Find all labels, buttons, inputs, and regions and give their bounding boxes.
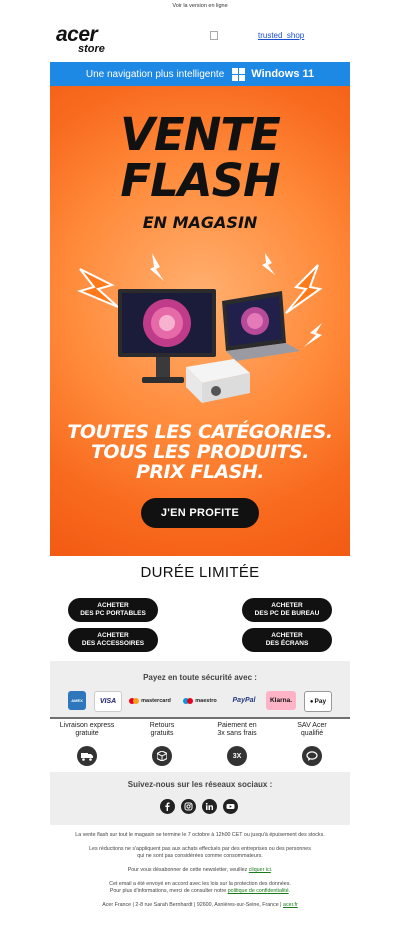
3x-icon: 3X bbox=[227, 746, 247, 766]
product-devices-image bbox=[76, 253, 323, 403]
payment-title: Payez en toute sécurité avec : bbox=[143, 673, 257, 682]
feature-line2: gratuite bbox=[75, 730, 99, 737]
feature-line1: Paiement en bbox=[217, 722, 257, 729]
social-title: Suivez-nous sur les réseaux sociaux : bbox=[127, 780, 273, 789]
feature-free-returns: Retours gratuits bbox=[127, 722, 197, 738]
footer-privacy-b: Pour plus d'informations, merci de consu… bbox=[109, 888, 227, 894]
footer-address-text: Acer France | 2-8 rue Sarah Bernhardt | … bbox=[102, 902, 282, 908]
lightning-icon bbox=[76, 268, 119, 308]
footer-notice-2a: Les réductions ne s'appliquent pas aux a… bbox=[89, 846, 311, 852]
mastercard-label: mastercard bbox=[141, 697, 171, 704]
payment-cards: AMEX VISA mastercard maestro PayPal Klar… bbox=[66, 691, 336, 712]
shop-desktops-button[interactable]: ACHETER DES PC DE BUREAU bbox=[242, 598, 332, 622]
button-line2: DES PC PORTABLES bbox=[80, 610, 146, 617]
feature-3x-payment: Paiement en 3x sans frais bbox=[202, 722, 272, 738]
social-section: Suivez-nous sur les réseaux sociaux : bbox=[50, 772, 350, 825]
hero-tagline-line1: TOUTES LES CATÉGORIES. bbox=[67, 421, 333, 443]
button-line2: DES PC DE BUREAU bbox=[254, 610, 320, 617]
feature-line2: qualifié bbox=[300, 730, 324, 737]
maestro-label: maestro bbox=[195, 697, 217, 704]
feature-line1: SAV Acer bbox=[297, 722, 327, 729]
button-line1: ACHETER bbox=[271, 602, 303, 609]
apple-pay-icon: ● Pay bbox=[304, 691, 332, 712]
paypal-icon: PayPal bbox=[232, 697, 256, 704]
windows-banner[interactable]: Une navigation plus intelligente Windows… bbox=[50, 62, 350, 86]
acer-store-logo[interactable]: acer store bbox=[56, 24, 126, 58]
youtube-icon[interactable] bbox=[223, 799, 238, 814]
windows-banner-brand: Windows 11 bbox=[251, 68, 315, 80]
chat-icon bbox=[302, 746, 322, 766]
apple-pay-label: Pay bbox=[314, 698, 327, 705]
shop-accessories-button[interactable]: ACHETER DES ACCESSOIRES bbox=[68, 628, 158, 652]
broken-image-icon bbox=[210, 31, 218, 41]
divider bbox=[50, 717, 350, 719]
view-online-link[interactable]: Voir la version en ligne bbox=[0, 3, 400, 9]
feature-line1: Retours bbox=[149, 722, 175, 729]
shop-monitors-button[interactable]: ACHETER DES ÉCRANS bbox=[242, 628, 332, 652]
feature-express-delivery: Livraison express gratuite bbox=[52, 722, 122, 738]
lightning-icon bbox=[262, 253, 275, 275]
button-line2: DES ÉCRANS bbox=[265, 640, 309, 647]
limited-duration-heading: DURÉE LIMITÉE bbox=[140, 564, 260, 581]
truck-icon bbox=[77, 746, 97, 766]
lightning-icon bbox=[285, 264, 323, 314]
facebook-icon[interactable] bbox=[160, 799, 175, 814]
windows-banner-text: Une navigation plus intelligente bbox=[85, 68, 225, 80]
cta-button[interactable]: J'EN PROFITE bbox=[141, 498, 259, 528]
mastercard-icon: mastercard bbox=[126, 691, 174, 710]
footer-unsubscribe: Pour vous désabonner de cette newsletter… bbox=[50, 867, 350, 874]
unsubscribe-link[interactable]: cliquer ici bbox=[249, 867, 271, 873]
shop-laptops-button[interactable]: ACHETER DES PC PORTABLES bbox=[68, 598, 158, 622]
footer-privacy-a: Cet email a été envoyé en accord avec le… bbox=[109, 881, 291, 887]
lightning-icon bbox=[150, 253, 164, 281]
hero-tagline-line3: PRIX FLASH. bbox=[136, 461, 264, 483]
header: acer store trusted_shop bbox=[50, 20, 350, 60]
amex-icon: AMEX bbox=[68, 691, 86, 710]
privacy-policy-link[interactable]: politique de confidentialité bbox=[228, 888, 289, 894]
button-line1: ACHETER bbox=[271, 632, 303, 639]
logo-sub: store bbox=[78, 43, 105, 55]
feature-line2: gratuits bbox=[150, 730, 174, 737]
maestro-icon: maestro bbox=[180, 691, 220, 710]
feature-acer-support: SAV Acer qualifié bbox=[277, 722, 347, 738]
hero-title-line1: VENTE bbox=[120, 108, 281, 161]
hero-tagline: TOUTES LES CATÉGORIES. TOUS LES PRODUITS… bbox=[50, 422, 350, 482]
trusted-shop-badge[interactable]: trusted_shop bbox=[210, 31, 304, 41]
klarna-icon: Klarna. bbox=[266, 691, 296, 710]
feature-line1: Livraison express bbox=[59, 722, 115, 729]
footer-notice-1: La vente flash sur tout le magasin se te… bbox=[75, 832, 325, 838]
acer-site-link[interactable]: acer.fr bbox=[283, 902, 298, 908]
footer-period: . bbox=[270, 867, 273, 873]
box-icon bbox=[152, 746, 172, 766]
button-line1: ACHETER bbox=[97, 632, 129, 639]
footer-notice-2b: qui ne sont pas considérées comme consom… bbox=[137, 853, 263, 859]
footer-privacy: Cet email a été envoyé en accord avec le… bbox=[50, 881, 350, 895]
instagram-icon[interactable] bbox=[181, 799, 196, 814]
button-line1: ACHETER bbox=[97, 602, 129, 609]
windows-logo-icon bbox=[232, 67, 246, 81]
hero-banner[interactable]: VENTE FLASH EN MAGASIN TOUTES LES CATÉGO… bbox=[50, 86, 350, 556]
hero-tagline-line2: TOUS LES PRODUITS. bbox=[90, 441, 310, 463]
linkedin-icon[interactable] bbox=[202, 799, 217, 814]
footer-unsubscribe-text: Pour vous désabonner de cette newsletter… bbox=[127, 867, 248, 873]
lightning-icon bbox=[304, 323, 322, 347]
feature-line2: 3x sans frais bbox=[217, 730, 257, 737]
hero-title-line2: FLASH bbox=[120, 154, 280, 207]
hero-title-line3: EN MAGASIN bbox=[142, 213, 258, 232]
payment-section: Payez en toute sécurité avec : AMEX VISA… bbox=[50, 661, 350, 717]
footer-period: . bbox=[288, 888, 291, 894]
footer-notice-2: Les réductions ne s'appliquent pas aux a… bbox=[50, 846, 350, 860]
footer-address: Acer France | 2-8 rue Sarah Bernhardt | … bbox=[50, 902, 350, 909]
button-line2: DES ACCESSOIRES bbox=[81, 640, 145, 647]
trusted-shop-link[interactable]: trusted_shop bbox=[258, 31, 304, 40]
visa-icon: VISA bbox=[94, 691, 122, 712]
